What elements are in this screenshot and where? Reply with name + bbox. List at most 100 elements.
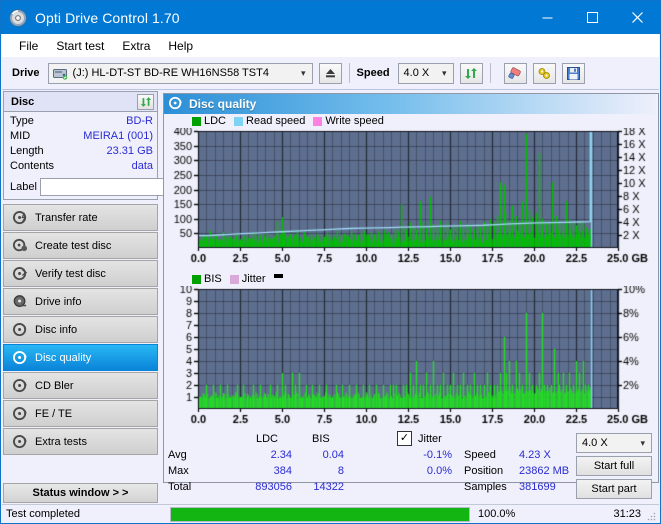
- sidebar-label: Drive info: [35, 295, 82, 308]
- legend-bis: BIS: [192, 273, 222, 285]
- jitter-avg: -0.1%: [423, 449, 452, 461]
- save-button[interactable]: [561, 62, 585, 84]
- sidebar-item-create-test-disc[interactable]: Create test disc: [3, 232, 158, 259]
- sidebar-nav: Transfer rate Create test disc Verify te…: [3, 204, 160, 455]
- disc-label-label: Label: [10, 180, 37, 193]
- disc-mid-value: MEIRA1 (001): [83, 130, 153, 142]
- legend-label-write-speed: Write speed: [325, 115, 384, 127]
- sidebar-item-disc-info[interactable]: Disc info: [3, 316, 158, 343]
- sidebar: Disc Type BD-R MID MEIRA1 (001) Length 2…: [3, 91, 243, 481]
- chevron-down-icon: ▾: [442, 67, 447, 78]
- menu-extra[interactable]: Extra: [113, 36, 159, 56]
- sidebar-item-fe-te[interactable]: FE / TE: [3, 400, 158, 427]
- stats-speed-value: 4.23 X: [519, 449, 551, 461]
- sidebar-item-verify-test-disc[interactable]: Verify test disc: [3, 260, 158, 287]
- title-bar: Opti Drive Control 1.70: [1, 1, 660, 34]
- disc-mid-label: MID: [10, 130, 31, 142]
- minimize-button[interactable]: [525, 1, 570, 34]
- legend-swatch-jitter: [229, 274, 239, 284]
- ldc-chart-canvas[interactable]: [164, 128, 658, 270]
- chevron-down-icon: ▾: [640, 437, 645, 448]
- ldc-chart-legend: LDC Read speed Write speed: [164, 114, 658, 128]
- app-window: Opti Drive Control 1.70 File Start test …: [0, 0, 661, 524]
- menu-start-test[interactable]: Start test: [47, 36, 113, 56]
- resize-grip[interactable]: [646, 511, 656, 521]
- disc-length-value: 23.31 GB: [106, 145, 153, 157]
- disc-row-contents: Contents data: [10, 159, 153, 174]
- speed-select[interactable]: 4.0 X ▾: [397, 62, 454, 84]
- bis-chart-canvas[interactable]: [164, 286, 658, 431]
- toolbar-separator-2: [489, 63, 491, 83]
- disc-bler-icon: [9, 378, 31, 393]
- stats-position-label: Position: [464, 465, 504, 477]
- ldc-chart[interactable]: [164, 128, 658, 270]
- sidebar-item-drive-info[interactable]: Drive info: [3, 288, 158, 315]
- toolbar: Drive (J:) HL-DT-ST BD-RE WH16NS58 TST4 …: [2, 57, 659, 90]
- disc-type-label: Type: [10, 115, 34, 127]
- drive-label: Drive: [12, 67, 40, 79]
- menu-file[interactable]: File: [10, 36, 47, 56]
- legend-jitter: Jitter: [229, 273, 266, 285]
- maximize-button[interactable]: [570, 1, 615, 34]
- menu-help[interactable]: Help: [159, 36, 202, 56]
- disc-row-type: Type BD-R: [10, 114, 153, 129]
- sidebar-label: Extra tests: [35, 435, 87, 448]
- stats-total-bis: 14322: [313, 481, 344, 493]
- disc-arrow-icon: [9, 210, 31, 225]
- app-disc-icon: [9, 9, 27, 27]
- stats-avg-ldc: 2.34: [270, 449, 292, 461]
- legend-swatch-bis: [192, 274, 201, 284]
- disc-check-icon: [9, 266, 31, 281]
- disc-panel: Disc Type BD-R MID MEIRA1 (001) Length 2…: [3, 91, 243, 200]
- disc-panel-title: Disc: [11, 95, 35, 108]
- start-full-button[interactable]: Start full: [576, 456, 652, 476]
- progress-percent: 100.0%: [478, 508, 516, 520]
- disc-row-length: Length 23.31 GB: [10, 144, 153, 159]
- stats-row-total: Total: [168, 481, 192, 493]
- sidebar-label: CD Bler: [35, 379, 74, 392]
- disc-refresh-button[interactable]: [137, 93, 154, 110]
- elapsed-time: 31:23: [613, 508, 641, 520]
- disc-length-label: Length: [10, 145, 44, 157]
- tools-button[interactable]: [532, 62, 556, 84]
- progress-bar: [170, 506, 470, 522]
- stats-max-bis: 8: [337, 465, 344, 477]
- disc-quality-icon: [169, 96, 183, 113]
- jitter-label: Jitter: [418, 433, 442, 445]
- sidebar-item-transfer-rate[interactable]: Transfer rate: [3, 204, 158, 231]
- stats-total-ldc: 893056: [255, 481, 292, 493]
- drive-select[interactable]: (J:) HL-DT-ST BD-RE WH16NS58 TST4 ▾: [47, 62, 313, 84]
- legend-label-bis: BIS: [204, 273, 222, 285]
- stats-max-ldc: 384: [273, 465, 292, 477]
- sidebar-item-disc-quality[interactable]: Disc quality: [3, 344, 158, 371]
- status-window-button[interactable]: Status window > >: [3, 483, 158, 503]
- stats-panel: LDC BIS Avg Max Total 2.34 384 893056 0.…: [164, 431, 658, 499]
- refresh-button[interactable]: [459, 62, 483, 84]
- erase-button[interactable]: [503, 62, 527, 84]
- close-button[interactable]: [615, 1, 660, 34]
- disc-fete-icon: [9, 406, 31, 421]
- disc-panel-header: Disc: [4, 92, 157, 112]
- stats-row-avg: Avg: [168, 449, 187, 461]
- sidebar-item-extra-tests[interactable]: Extra tests: [3, 428, 158, 455]
- legend-write-speed: Write speed: [313, 115, 384, 127]
- stats-speed-label: Speed: [464, 449, 496, 461]
- toolbar-separator: [348, 63, 350, 83]
- drive-icon: [52, 67, 68, 80]
- bis-chart[interactable]: [164, 286, 658, 431]
- disc-contents-label: Contents: [10, 160, 55, 172]
- bis-chart-legend: BIS Jitter: [164, 272, 658, 286]
- sidebar-item-cd-bler[interactable]: CD Bler: [3, 372, 158, 399]
- speed-select-bottom[interactable]: 4.0 X ▾: [576, 433, 652, 453]
- disc-quality-icon: [9, 350, 31, 365]
- speed-select-value: 4.0 X: [582, 437, 608, 449]
- jitter-checkbox[interactable]: ✓: [397, 431, 412, 446]
- sidebar-label: Create test disc: [35, 239, 112, 252]
- menu-bar: File Start test Extra Help: [2, 34, 659, 57]
- eject-button[interactable]: [318, 62, 342, 84]
- disc-row-mid: MID MEIRA1 (001): [10, 129, 153, 144]
- disc-extra-icon: [9, 434, 31, 449]
- disc-burn-icon: [9, 238, 31, 253]
- start-part-button[interactable]: Start part: [576, 479, 652, 499]
- stats-col-bis: BIS: [312, 433, 330, 445]
